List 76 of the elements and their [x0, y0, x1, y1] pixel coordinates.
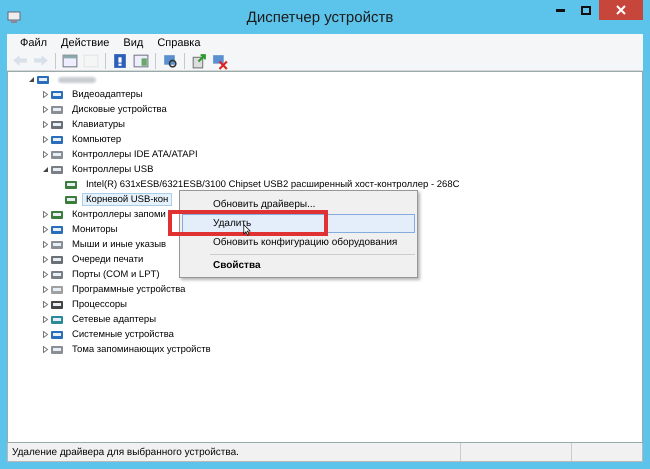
device-icon [50, 104, 64, 116]
device-icon [50, 208, 64, 220]
tree-item[interactable]: Программные устройства [68, 283, 190, 296]
uninstall-icon[interactable] [211, 52, 229, 70]
tree-item[interactable]: Системные устройства [68, 328, 178, 341]
expand-arrow-icon[interactable] [42, 241, 48, 248]
menu-item[interactable]: Свойства [182, 256, 415, 275]
menu-item[interactable]: Удалить [182, 214, 415, 233]
tree-item[interactable]: Клавиатуры [68, 118, 130, 131]
menu-item[interactable]: Действие [54, 37, 116, 49]
device-icon [50, 148, 64, 160]
maximize-icon [581, 6, 591, 14]
device-icon [64, 178, 78, 190]
tree-item[interactable]: Мыши и иные указыв [68, 238, 170, 251]
tree-item[interactable]: Видеоадаптеры [68, 88, 147, 101]
expand-arrow-icon[interactable] [42, 271, 48, 278]
device-icon [50, 298, 64, 310]
device-icon [36, 74, 50, 86]
device-icon [50, 88, 64, 100]
menu-item[interactable]: Вид [116, 37, 150, 49]
minimize-icon [556, 8, 564, 12]
tree-item[interactable]: Контроллеры IDE ATA/ATAPI [68, 148, 202, 161]
app-icon [7, 10, 23, 24]
tree-item[interactable]: Корневой USB-кон [82, 193, 172, 206]
close-button[interactable] [599, 0, 643, 20]
menu-item[interactable]: Обновить конфигурацию оборудования [182, 233, 415, 252]
expand-arrow-icon[interactable] [42, 331, 48, 338]
device-icon [50, 164, 64, 176]
scan-icon[interactable] [161, 52, 179, 70]
expand-arrow-icon[interactable] [42, 226, 48, 233]
device-icon [50, 314, 64, 326]
device-icon [50, 344, 64, 356]
expand-arrow-icon[interactable] [42, 286, 48, 293]
device-icon [50, 118, 64, 130]
menu-item[interactable]: Справка [150, 37, 208, 49]
device-icon [50, 328, 64, 340]
device-icon [50, 134, 64, 146]
expand-arrow-icon[interactable] [42, 316, 48, 323]
tree-item[interactable]: Компьютер [68, 133, 126, 146]
expand-arrow-icon[interactable] [42, 211, 48, 218]
pane-icon[interactable] [132, 52, 150, 70]
blurred-name [58, 76, 96, 82]
update-icon[interactable] [190, 52, 208, 70]
status-text: Удаление драйвера для выбранного устройства. [11, 446, 240, 460]
tree-item[interactable]: Контроллеры запоми [68, 208, 170, 221]
expand-arrow-icon[interactable] [42, 151, 48, 158]
device-icon [50, 238, 64, 250]
tree-item[interactable]: Intel(R) 631xESB/6321ESB/3100 Chipset USB2 расширенный хост-контроллер - 268C [82, 178, 464, 191]
tree-item[interactable]: Процессоры [68, 298, 132, 311]
close-icon [616, 5, 626, 15]
device-icon [50, 254, 64, 266]
tree-item[interactable]: Очереди печати [68, 253, 148, 266]
expand-arrow-icon[interactable] [42, 136, 48, 143]
menu-item[interactable]: Файл [13, 37, 54, 49]
expand-arrow-icon[interactable] [42, 91, 48, 98]
collapse-arrow-icon[interactable] [28, 76, 34, 83]
window-title: Диспетчер устройств [246, 8, 394, 26]
menu-item[interactable]: Обновить драйверы... [182, 195, 415, 214]
expand-arrow-icon[interactable] [42, 256, 48, 263]
device-icon [50, 284, 64, 296]
device-icon [64, 194, 78, 206]
tree-item[interactable]: Тома запоминающих устройств [68, 343, 215, 356]
expand-arrow-icon[interactable] [42, 121, 48, 128]
tree-item[interactable]: Контроллеры USB [68, 163, 158, 176]
device-icon [50, 224, 64, 236]
help-icon[interactable] [111, 52, 129, 70]
tree-item[interactable]: Мониторы [68, 223, 122, 236]
console-icon[interactable] [61, 52, 79, 70]
expand-arrow-icon[interactable] [42, 301, 48, 308]
tree-item[interactable]: Сетевые адаптеры [68, 313, 160, 326]
expand-arrow-icon[interactable] [42, 106, 48, 113]
tree-item[interactable]: Дисковые устройства [68, 103, 171, 116]
expand-arrow-icon[interactable] [42, 346, 48, 353]
collapse-arrow-icon[interactable] [42, 166, 48, 173]
device-icon [50, 268, 64, 280]
tree-item[interactable]: Порты (COM и LPT) [68, 268, 164, 281]
